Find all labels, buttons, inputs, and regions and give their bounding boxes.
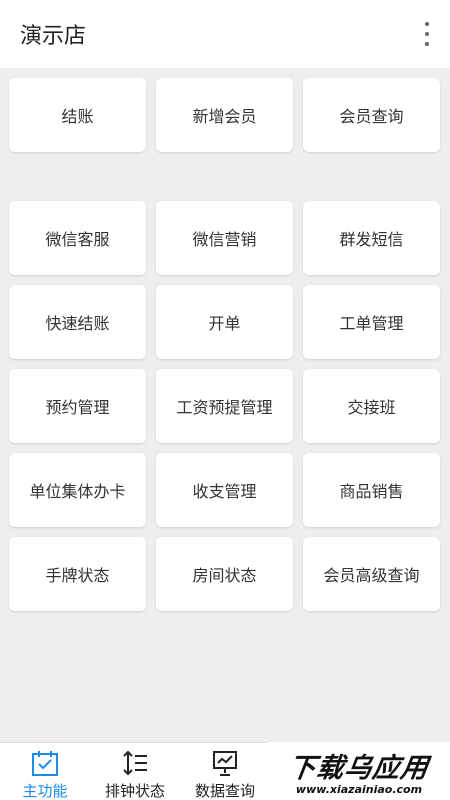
calendar-check-icon	[32, 751, 58, 776]
nav-main-functions[interactable]: 主功能	[0, 743, 90, 800]
tile-member-search[interactable]: 会员查询	[303, 78, 440, 152]
tile-appointment-management[interactable]: 预约管理	[9, 369, 146, 443]
nav-bell-status[interactable]: 排钟状态	[90, 743, 180, 800]
tile-group-card[interactable]: 单位集体办卡	[9, 453, 146, 527]
more-menu-icon[interactable]	[420, 22, 434, 46]
tile-checkout[interactable]: 结账	[9, 78, 146, 152]
tile-shift-handover[interactable]: 交接班	[303, 369, 440, 443]
tile-product-sales[interactable]: 商品销售	[303, 453, 440, 527]
app-bar: 演示店	[0, 0, 450, 68]
functions-grid: 微信客服 微信营销 群发短信 快速结账 开单 工单管理 预约管理 工资预提管理 …	[9, 201, 441, 611]
sort-list-icon	[123, 750, 147, 776]
page-title: 演示店	[20, 24, 87, 49]
nav-label: 主功能	[22, 782, 68, 800]
tile-room-status[interactable]: 房间状态	[156, 537, 293, 611]
tile-hand-tag-status[interactable]: 手牌状态	[9, 537, 146, 611]
tile-quick-checkout[interactable]: 快速结账	[9, 285, 146, 359]
quick-actions-grid: 结账 新增会员 会员查询	[9, 78, 441, 152]
tile-add-member[interactable]: 新增会员	[156, 78, 293, 152]
nav-label: 排钟状态	[104, 782, 165, 800]
presentation-chart-icon	[213, 751, 237, 776]
tile-wechat-service[interactable]: 微信客服	[9, 201, 146, 275]
tile-wage-accrual-management[interactable]: 工资预提管理	[156, 369, 293, 443]
tile-work-order-management[interactable]: 工单管理	[303, 285, 440, 359]
nav-data-query[interactable]: 数据查询	[180, 743, 270, 800]
tile-bulk-sms[interactable]: 群发短信	[303, 201, 440, 275]
watermark-text: 下载乌应用	[286, 753, 431, 784]
tile-income-expense-management[interactable]: 收支管理	[156, 453, 293, 527]
watermark-logo: 下载乌应用 www.xiazainiao.com	[268, 742, 450, 800]
tile-wechat-marketing[interactable]: 微信营销	[156, 201, 293, 275]
nav-label: 数据查询	[194, 782, 255, 800]
tile-member-advanced-search[interactable]: 会员高级查询	[303, 537, 440, 611]
tile-open-order[interactable]: 开单	[156, 285, 293, 359]
